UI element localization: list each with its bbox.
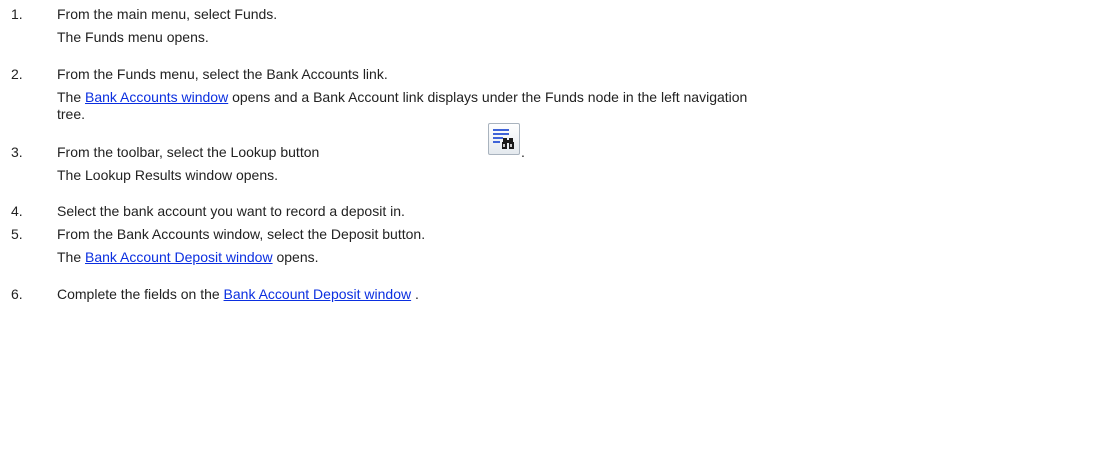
step-result-prefix: The — [57, 89, 86, 105]
step-result-continued: tree. — [57, 106, 86, 122]
step-result: The Lookup Results window opens. — [57, 167, 279, 183]
step-number: 1. — [11, 6, 23, 22]
step-text: Select the bank account you want to reco… — [57, 203, 405, 219]
step-text: From the Bank Accounts window, select th… — [57, 226, 426, 242]
step-result: The Bank Accounts window opens and a Ban… — [57, 89, 747, 106]
step-number: 4. — [11, 203, 23, 219]
step-number: 6. — [11, 286, 23, 302]
lookup-button[interactable] — [488, 123, 520, 155]
step-result-prefix: The — [57, 249, 86, 265]
step-text: From the toolbar, select the Lookup butt… — [57, 144, 320, 160]
step-number: 2. — [11, 66, 23, 82]
bank-account-deposit-window-link[interactable]: Bank Account Deposit window — [224, 286, 412, 302]
step-number: 5. — [11, 226, 23, 242]
step-result: The Funds menu opens. — [57, 29, 209, 45]
step-text-suffix: . — [411, 286, 419, 302]
step-result-suffix: opens. — [272, 249, 319, 265]
step-text-period: . — [521, 144, 525, 160]
bank-account-deposit-window-link[interactable]: Bank Account Deposit window — [85, 249, 273, 265]
step-text: From the Funds menu, select the Bank Acc… — [57, 66, 388, 82]
lookup-binoculars-icon — [493, 129, 514, 149]
step-text: Complete the fields on the Bank Account … — [57, 286, 419, 303]
step-result-suffix: opens and a Bank Account link displays u… — [228, 89, 748, 105]
bank-accounts-window-link[interactable]: Bank Accounts window — [85, 89, 228, 105]
step-number: 3. — [11, 144, 23, 160]
step-result: The Bank Account Deposit window opens. — [57, 249, 319, 266]
step-text: From the main menu, select Funds. — [57, 6, 278, 22]
step-text-prefix: Complete the fields on the — [57, 286, 224, 302]
